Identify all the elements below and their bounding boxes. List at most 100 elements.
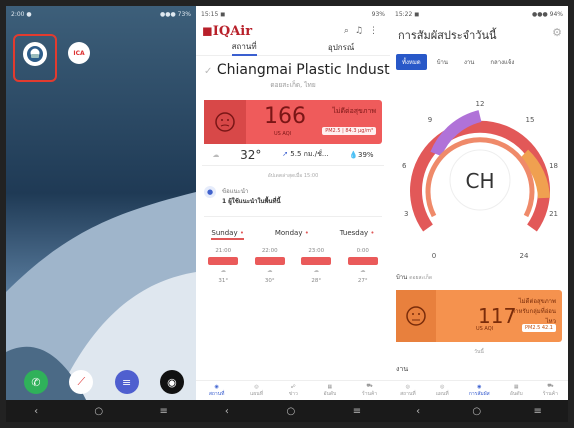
user-icon: ● xyxy=(204,186,216,198)
app-dock: ✆ ⟋ ≡ ◉ xyxy=(24,370,184,394)
home-section: บ้าน ดอยสะเก็ด xyxy=(396,272,432,282)
home-icon[interactable]: ○ xyxy=(286,406,295,417)
aqi-unit: US AQI xyxy=(274,131,292,137)
aqi-value: 166 xyxy=(264,104,306,129)
back-icon[interactable]: ‹ xyxy=(416,406,420,417)
home-screen: 2:00 ● ●●● 73% ICA ✆ ⟋ ≡ ◉ ‹ ○ ≡ xyxy=(6,6,196,422)
chip-work[interactable]: งาน xyxy=(458,54,480,70)
work-section: งาน xyxy=(396,365,409,373)
tab-tuesday[interactable]: Tuesday • xyxy=(340,229,375,240)
more-icon[interactable]: ⋮ xyxy=(369,26,384,36)
rec-title: ข้อแนะนำ xyxy=(222,188,249,195)
wind-value: ➚ 5.5 กม./ชั่... xyxy=(282,150,329,158)
app-header: ◼IQAir ⌕♫⋮ xyxy=(196,22,390,40)
card-caption: วันนี้ xyxy=(474,349,484,355)
chip-all[interactable]: ทั้งหมด xyxy=(396,54,427,70)
wind-icon: ➚ xyxy=(282,150,289,158)
nav-map[interactable]: ◎ แผนที่ xyxy=(436,384,449,398)
humidity-value: 💧39% xyxy=(349,150,374,159)
tab-sunday[interactable]: Sunday • xyxy=(211,229,244,240)
tab-monday[interactable]: Monday • xyxy=(275,229,309,240)
exposure-clock: CH 12 15 18 21 24 0 3 6 9 xyxy=(402,100,558,260)
nav-map[interactable]: ◎ แผนที่ xyxy=(250,384,263,398)
clock-label-0: 0 xyxy=(432,252,436,260)
nav-shop[interactable]: ⛟ ร้านค้า xyxy=(543,383,558,398)
forecast-col: 0:00 ☁ 27° xyxy=(347,248,378,284)
ica-app-icon[interactable]: ICA xyxy=(68,42,90,64)
nav-ranking[interactable]: ▦ อันดับ xyxy=(510,384,523,398)
face-icon xyxy=(396,290,436,342)
mask-face-icon xyxy=(27,46,43,62)
status-left: 15:22 ◼ xyxy=(395,10,420,18)
clock-center: CH xyxy=(465,169,494,193)
aqi-status: ไม่ดีต่อสุขภาพ xyxy=(332,107,376,115)
clock-label-15: 15 xyxy=(526,116,535,124)
aqi-card[interactable]: 166 US AQI ไม่ดีต่อสุขภาพ PM2.5 | 84.3 µ… xyxy=(204,100,382,144)
forecast-col: 23:00 ☁ 28° xyxy=(301,248,332,284)
status-bar: 2:00 ● ●●● 73% xyxy=(6,6,196,22)
recents-icon[interactable]: ≡ xyxy=(533,406,541,417)
search-icon[interactable]: ⌕ xyxy=(344,26,355,36)
compass-icon[interactable]: ⟋ xyxy=(69,370,94,394)
phone-icon[interactable]: ✆ xyxy=(24,370,48,394)
status-right: ●●● 73% xyxy=(160,10,191,18)
nav-exposure[interactable]: ◉ การสัมผัส xyxy=(469,384,490,398)
home-icon[interactable]: ○ xyxy=(472,406,481,417)
nav-places[interactable]: ◉ สถานที่ xyxy=(209,384,225,398)
rec-text: 1 ผู้ใช้แนะนำในพื้นที่นี้ xyxy=(222,198,281,205)
camera-icon[interactable]: ◉ xyxy=(159,370,184,394)
filter-chips: ทั้งหมด บ้าน งาน กลางแจ้ง xyxy=(390,44,568,70)
check-icon: ✓ xyxy=(204,66,213,77)
clock-label-3: 3 xyxy=(404,210,408,218)
pm25-badge: PM2.5 | 84.3 µg/m³ xyxy=(322,127,376,135)
page-title: การสัมผัสประจำวันนี้ xyxy=(398,29,497,42)
bell-icon[interactable]: ♫ xyxy=(355,26,369,36)
recommendation-row[interactable]: ● ข้อแนะนำ 1 ผู้ใช้แนะนำในพื้นที่นี้ xyxy=(204,186,382,217)
home-label: บ้าน xyxy=(396,274,408,281)
nav-news[interactable]: ☍ ข่าว xyxy=(289,384,298,398)
last-updated: อัปเดตล่าสุดเมื่อ 15:00 xyxy=(267,173,319,179)
clock-label-9: 9 xyxy=(428,116,432,124)
temperature: 32° xyxy=(240,147,262,162)
back-icon[interactable]: ‹ xyxy=(34,406,38,417)
aqi-status: ไม่ดีต่อสุขภาพสำหรับกลุ่มที่อ่อนไหว xyxy=(511,298,556,325)
weather-row: ☁ 32° ➚ 5.5 กม./ชั่... 💧39% xyxy=(202,144,384,166)
home-icon[interactable]: ○ xyxy=(94,406,103,417)
day-tabs: Sunday • Monday • Tuesday • xyxy=(196,229,390,240)
weather-icon: ☁ xyxy=(212,150,220,159)
system-nav-bar: ‹ ○ ≡ xyxy=(196,400,390,422)
chip-home[interactable]: บ้าน xyxy=(431,54,454,70)
location-tabs: สถานที่ อุปกรณ์ xyxy=(196,40,390,56)
ica-app-label: ICA xyxy=(73,49,85,57)
clock-label-21: 21 xyxy=(549,210,558,218)
status-left: 2:00 ● xyxy=(11,10,32,18)
nav-ranking[interactable]: ▦ อันดับ xyxy=(323,384,336,398)
clock-label-24: 24 xyxy=(520,252,529,260)
status-right: 93% xyxy=(371,10,385,18)
hourly-forecast: 21:00 ☁ 31° 22:00 ☁ 30° 23:00 ☁ 28° 0:00 ☁ 27° xyxy=(200,248,386,284)
bottom-nav: ◎ สถานที่ ◎ แผนที่ ◉ การสัมผัส ▦ อันดับ ⛟ ร้า… xyxy=(390,380,568,400)
location-name: Chiangmai Plastic Indust... xyxy=(216,62,390,78)
daily-exposure-screen: 15:22 ◼ ●●● 94% การสัมผัสประจำวันนี้ ⚙ ท… xyxy=(390,6,568,422)
clock-label-12: 12 xyxy=(476,100,485,108)
pm25-badge: PM2.5 42.1 xyxy=(521,324,556,332)
recents-icon[interactable]: ≡ xyxy=(159,406,167,417)
nav-places[interactable]: ◎ สถานที่ xyxy=(400,384,416,398)
iqair-logo: ◼IQAir xyxy=(202,23,253,39)
status-bar: 15:15 ◼ 93% xyxy=(196,6,390,22)
settings-icon[interactable]: ⚙ xyxy=(552,26,562,44)
recents-icon[interactable]: ≡ xyxy=(353,406,361,417)
forecast-col: 22:00 ☁ 30° xyxy=(254,248,285,284)
chip-outdoor[interactable]: กลางแจ้ง xyxy=(484,54,520,70)
home-sublabel: ดอยสะเก็ด xyxy=(409,275,433,281)
iqair-app-icon[interactable] xyxy=(23,42,47,66)
clock-label-18: 18 xyxy=(549,162,558,170)
nav-shop[interactable]: ⛟ ร้านค้า xyxy=(362,383,377,398)
back-icon[interactable]: ‹ xyxy=(225,406,229,417)
tab-devices[interactable]: อุปกรณ์ xyxy=(328,41,354,54)
home-aqi-card[interactable]: 117 US AQI ไม่ดีต่อสุขภาพสำหรับกลุ่มที่อ… xyxy=(396,290,562,342)
messages-icon[interactable]: ≡ xyxy=(114,370,139,394)
tab-places[interactable]: สถานที่ xyxy=(231,40,257,56)
drop-icon: 💧 xyxy=(349,150,359,159)
forecast-col: 21:00 ☁ 31° xyxy=(208,248,239,284)
